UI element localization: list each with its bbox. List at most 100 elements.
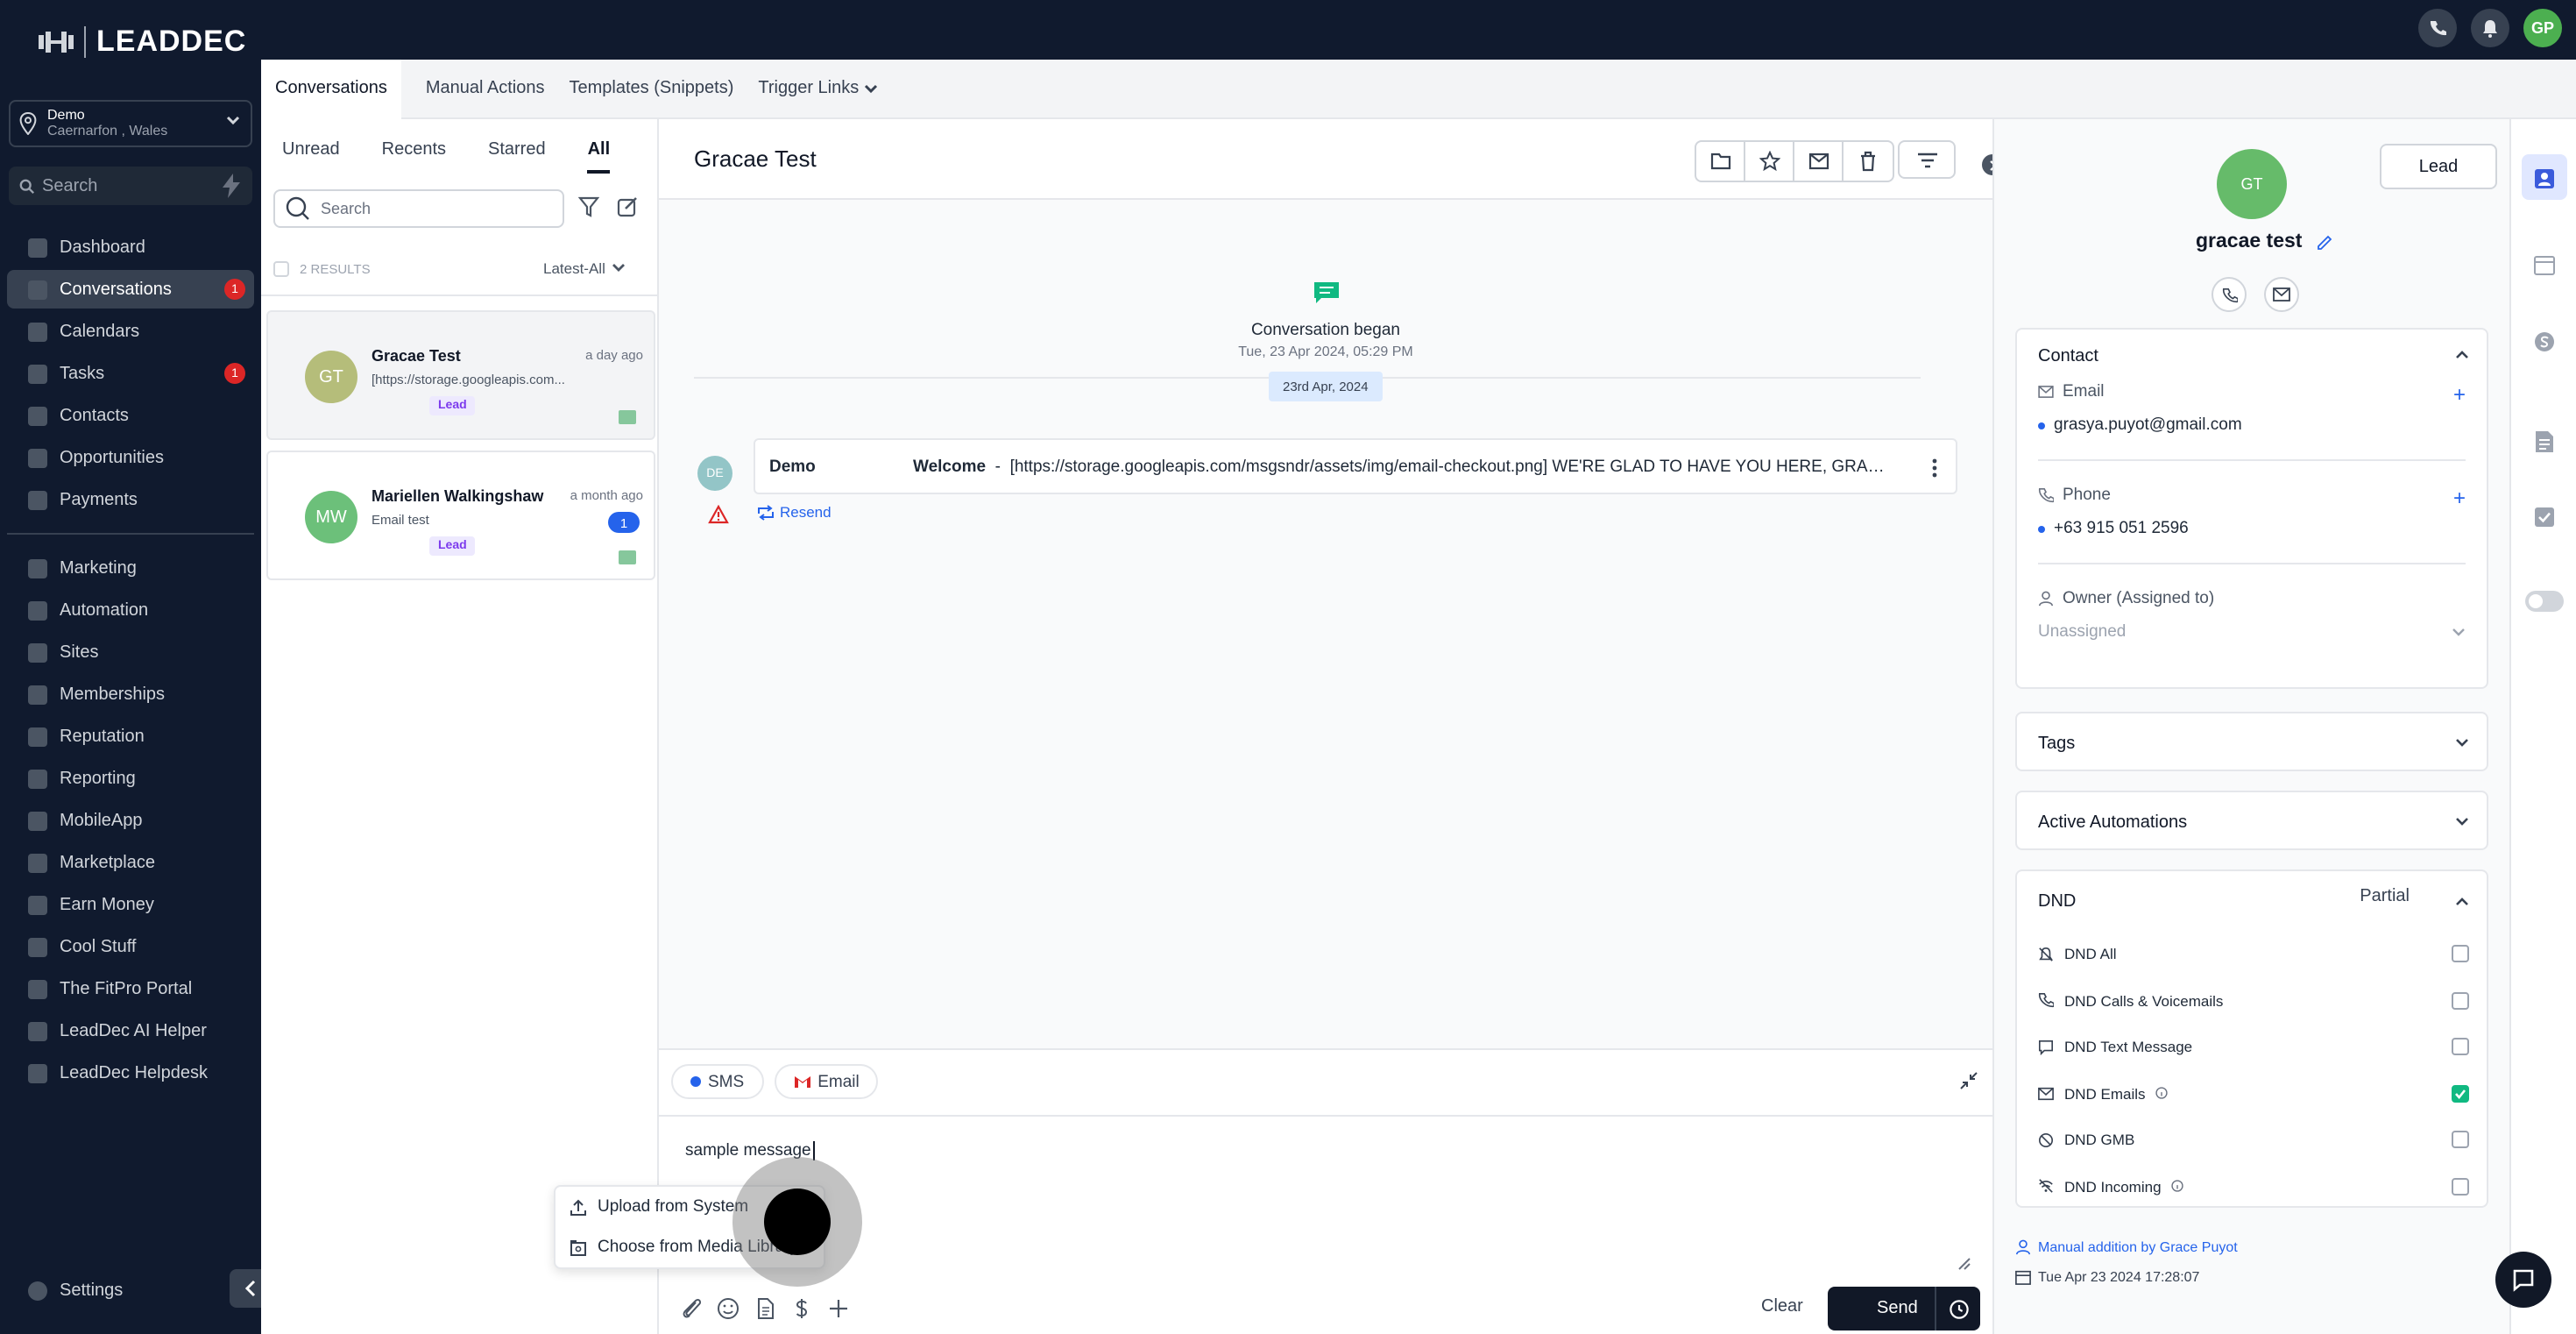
mark-unread-button[interactable] bbox=[1794, 142, 1844, 181]
sidebar-item-dashboard[interactable]: Dashboard bbox=[7, 228, 254, 266]
select-all-checkbox[interactable] bbox=[273, 261, 289, 277]
user-avatar[interactable]: GP bbox=[2523, 9, 2562, 47]
dnd-emails-row[interactable]: DND Emails bbox=[2017, 1070, 2487, 1117]
dollar-icon[interactable] bbox=[790, 1297, 813, 1320]
sidebar-item-sites[interactable]: Sites bbox=[7, 633, 254, 671]
phone-value[interactable]: +63 915 051 2596 bbox=[2017, 519, 2487, 538]
sidebar-item-earn-money[interactable]: Earn Money bbox=[7, 885, 254, 924]
delete-button[interactable] bbox=[1844, 142, 1893, 181]
info-icon[interactable] bbox=[2171, 1180, 2184, 1193]
filter-icon[interactable] bbox=[578, 196, 599, 217]
channel-sms[interactable]: SMS bbox=[671, 1064, 764, 1099]
sidebar-item-marketplace[interactable]: Marketplace bbox=[7, 843, 254, 882]
dnd-gmb-row[interactable]: DND GMB bbox=[2017, 1117, 2487, 1163]
email-contact-button[interactable] bbox=[2264, 277, 2299, 312]
sidebar-item-payments[interactable]: Payments bbox=[7, 480, 254, 519]
sidebar-item-label: Calendars bbox=[60, 322, 140, 341]
calendar-icon[interactable] bbox=[2534, 254, 2555, 275]
sidebar-item-settings[interactable]: Settings bbox=[28, 1281, 123, 1301]
sidebar-item-reputation[interactable]: Reputation bbox=[7, 717, 254, 756]
sidebar-item-ai-helper[interactable]: LeadDec AI Helper bbox=[7, 1011, 254, 1050]
move-to-folder-button[interactable] bbox=[1696, 142, 1745, 181]
dnd-incoming-row[interactable]: DND Incoming bbox=[2017, 1163, 2487, 1210]
dnd-calls-checkbox[interactable] bbox=[2452, 991, 2469, 1009]
conversation-search-input[interactable]: Search bbox=[273, 189, 564, 228]
email-value[interactable]: grasya.puyot@gmail.com bbox=[2017, 415, 2487, 435]
sidebar-item-contacts[interactable]: Contacts bbox=[7, 396, 254, 435]
dnd-calls-row[interactable]: DND Calls & Voicemails bbox=[2017, 977, 2487, 1024]
sort-dropdown[interactable]: Latest-All bbox=[543, 259, 626, 277]
phone-button[interactable] bbox=[2418, 9, 2457, 47]
filter-starred[interactable]: Starred bbox=[488, 140, 546, 174]
dnd-gmb-checkbox[interactable] bbox=[2452, 1131, 2469, 1148]
dnd-text-checkbox[interactable] bbox=[2452, 1038, 2469, 1055]
schedule-send-button[interactable] bbox=[1935, 1287, 1980, 1330]
sidebar-item-mobileapp[interactable]: MobileApp bbox=[7, 801, 254, 840]
emoji-icon[interactable] bbox=[717, 1297, 740, 1320]
dnd-header[interactable]: DND Partial bbox=[2017, 871, 2487, 931]
dnd-text-row[interactable]: DND Text Message bbox=[2017, 1024, 2487, 1070]
message-filter-button[interactable] bbox=[1898, 140, 1956, 179]
dollar-icon[interactable] bbox=[2534, 331, 2555, 352]
notes-icon[interactable] bbox=[2534, 429, 2555, 454]
sidebar-item-conversations[interactable]: Conversations 1 bbox=[7, 270, 254, 309]
conversation-item[interactable]: MW Mariellen Walkingshaw a month ago Ema… bbox=[266, 451, 655, 580]
tab-manual-actions[interactable]: Manual Actions bbox=[426, 59, 545, 118]
sidebar-item-reporting[interactable]: Reporting bbox=[7, 759, 254, 798]
contact-section-header[interactable]: Contact bbox=[2017, 330, 2487, 382]
filter-all[interactable]: All bbox=[587, 140, 611, 174]
add-phone-button[interactable]: + bbox=[2453, 486, 2466, 510]
email-message-card[interactable]: Demo Welcome - [https://storage.googleap… bbox=[754, 438, 1957, 494]
filter-unread[interactable]: Unread bbox=[282, 140, 340, 174]
task-check-icon[interactable] bbox=[2534, 507, 2555, 528]
collapse-arrows-icon[interactable] bbox=[1959, 1071, 1978, 1090]
sidebar-item-marketing[interactable]: Marketing bbox=[7, 549, 254, 587]
info-icon[interactable] bbox=[2155, 1087, 2169, 1100]
sidebar-item-calendars[interactable]: Calendars bbox=[7, 312, 254, 351]
call-contact-button[interactable] bbox=[2212, 277, 2247, 312]
tags-card[interactable]: Tags bbox=[2015, 712, 2488, 771]
more-vertical-icon[interactable] bbox=[1931, 458, 1938, 479]
paperclip-icon[interactable] bbox=[680, 1297, 703, 1320]
sidebar-search[interactable]: Search bbox=[9, 167, 252, 205]
plus-icon[interactable] bbox=[827, 1297, 850, 1320]
template-icon[interactable] bbox=[754, 1297, 776, 1320]
dnd-all-checkbox[interactable] bbox=[2452, 945, 2469, 962]
star-icon bbox=[1759, 151, 1780, 172]
sidebar-item-opportunities[interactable]: Opportunities bbox=[7, 438, 254, 477]
channel-email[interactable]: Email bbox=[774, 1064, 879, 1099]
star-button[interactable] bbox=[1745, 142, 1794, 181]
tab-templates[interactable]: Templates (Snippets) bbox=[570, 59, 734, 118]
owner-select[interactable]: Unassigned bbox=[2017, 622, 2487, 642]
dnd-emails-checkbox[interactable] bbox=[2452, 1084, 2469, 1102]
sidebar-item-automation[interactable]: Automation bbox=[7, 591, 254, 629]
send-button[interactable]: Send bbox=[1828, 1287, 1980, 1330]
resize-handle-icon[interactable] bbox=[1957, 1257, 1971, 1271]
chat-widget-button[interactable] bbox=[2495, 1252, 2551, 1308]
dnd-incoming-checkbox[interactable] bbox=[2452, 1177, 2469, 1195]
panel-toggle[interactable] bbox=[2525, 591, 2564, 612]
active-automations-card[interactable]: Active Automations bbox=[2015, 791, 2488, 850]
conversation-item[interactable]: GT Gracae Test a day ago [https://storag… bbox=[266, 310, 655, 440]
edit-pencil-icon[interactable] bbox=[2317, 235, 2332, 251]
add-email-button[interactable]: + bbox=[2453, 382, 2466, 407]
lead-button[interactable]: Lead bbox=[2380, 144, 2497, 189]
sidebar-item-label: The FitPro Portal bbox=[60, 979, 193, 998]
sidebar-item-tasks[interactable]: Tasks 1 bbox=[7, 354, 254, 393]
tab-trigger-links[interactable]: Trigger Links bbox=[758, 59, 878, 118]
sidebar-item-helpdesk[interactable]: LeadDec Helpdesk bbox=[7, 1054, 254, 1092]
notifications-button[interactable] bbox=[2471, 9, 2509, 47]
sidebar-item-memberships[interactable]: Memberships bbox=[7, 675, 254, 713]
sidebar-item-cool-stuff[interactable]: Cool Stuff bbox=[7, 927, 254, 966]
dnd-all-row[interactable]: DND All bbox=[2017, 931, 2487, 977]
compose-icon[interactable] bbox=[617, 196, 638, 217]
clear-button[interactable]: Clear bbox=[1744, 1288, 1821, 1325]
filter-recents[interactable]: Recents bbox=[382, 140, 446, 174]
contact-card-icon[interactable] bbox=[2534, 168, 2555, 189]
resend-link[interactable]: Resend bbox=[757, 503, 832, 521]
bolt-icon[interactable] bbox=[221, 174, 242, 198]
brand-logo[interactable]: LEADDEC bbox=[39, 25, 246, 60]
location-switcher[interactable]: Demo Caernarfon , Wales bbox=[9, 100, 252, 147]
sidebar-item-fitpro-portal[interactable]: The FitPro Portal bbox=[7, 969, 254, 1008]
tab-conversations[interactable]: Conversations bbox=[261, 59, 401, 118]
